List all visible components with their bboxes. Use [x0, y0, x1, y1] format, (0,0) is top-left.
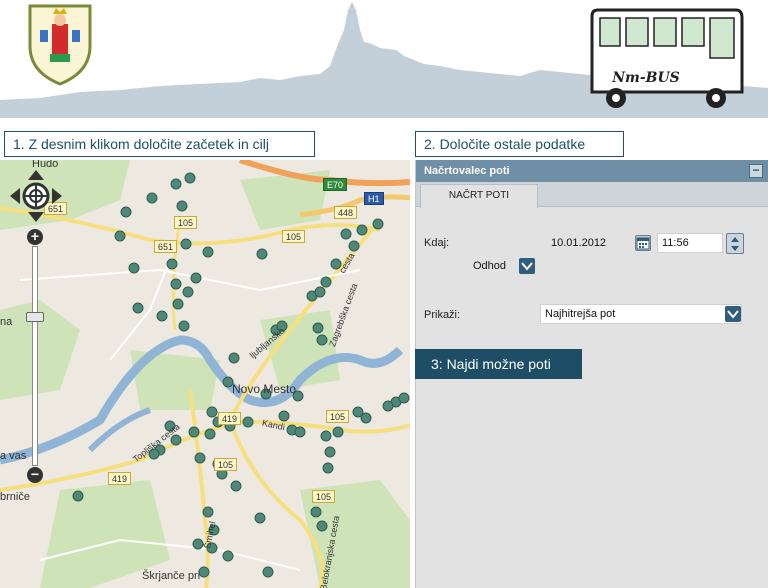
road-badge-651: 651 — [154, 240, 178, 253]
step2-instruction: 2. Določite ostale podatke — [415, 131, 624, 157]
bus-logo-icon — [590, 8, 744, 108]
date-field[interactable]: 10.01.2012 — [546, 233, 636, 253]
map-label-brnice: brniče — [0, 491, 30, 503]
stop-markers — [72, 172, 410, 578]
road-badge-105: 105 — [282, 230, 306, 243]
time-spinner[interactable] — [726, 233, 744, 254]
road-badge-105: 105 — [174, 216, 198, 229]
zoom-slider-handle[interactable] — [26, 312, 44, 322]
road-badge-105: 105 — [312, 490, 336, 503]
chevron-down-icon[interactable] — [725, 306, 741, 322]
app-root: Nm-BUS 1. Z desnim klikom določite začet… — [0, 0, 768, 588]
pan-control-icon[interactable] — [8, 168, 64, 224]
road-badge-105: 105 — [326, 410, 350, 423]
road-badge-419: 419 — [108, 472, 132, 485]
panel-title-bar: Načrtovalec poti − — [416, 160, 768, 182]
map-label-skrjance: Škrjanče pri — [142, 570, 201, 582]
find-routes-button[interactable]: 3: Najdi možne poti — [415, 349, 582, 379]
road-badge-419: 419 — [218, 412, 242, 425]
calendar-icon[interactable] — [635, 235, 651, 251]
step1-instruction: 1. Z desnim klikom določite začetek in c… — [4, 131, 315, 157]
panel-title: Načrtovalec poti — [424, 165, 510, 177]
tab-nacrt-poti[interactable]: NAČRT POTI — [420, 184, 538, 208]
zoom-out-button[interactable]: − — [27, 467, 43, 483]
show-label: Prikaži: — [424, 309, 461, 321]
road-badge-105: 105 — [214, 458, 238, 471]
map-label-novo-mesto: Novo Mesto — [232, 382, 297, 396]
road-badge-448: 448 — [334, 206, 358, 219]
show-select[interactable]: Najhitrejša pot — [540, 304, 742, 324]
collapse-button[interactable]: − — [749, 164, 763, 178]
route-map[interactable]: Novo Mesto Hudo na a vas brniče Škrjanče… — [0, 160, 410, 588]
map-label-sa-vas: a vas — [0, 450, 27, 462]
coat-of-arms-icon — [28, 4, 92, 86]
road-badge-h1: H1 — [364, 192, 384, 205]
zoom-in-button[interactable]: + — [27, 229, 43, 245]
road-badge-e70: E70 — [323, 178, 348, 191]
header-banner: Nm-BUS — [0, 0, 768, 118]
bus-logo-text: Nm-BUS — [612, 70, 680, 86]
time-field[interactable]: 11:56 — [657, 233, 723, 253]
map-label-na: na — [0, 316, 13, 328]
when-label: Kdaj: — [424, 237, 450, 249]
chevron-down-icon[interactable] — [519, 258, 535, 274]
zoom-slider-track[interactable] — [32, 246, 38, 466]
